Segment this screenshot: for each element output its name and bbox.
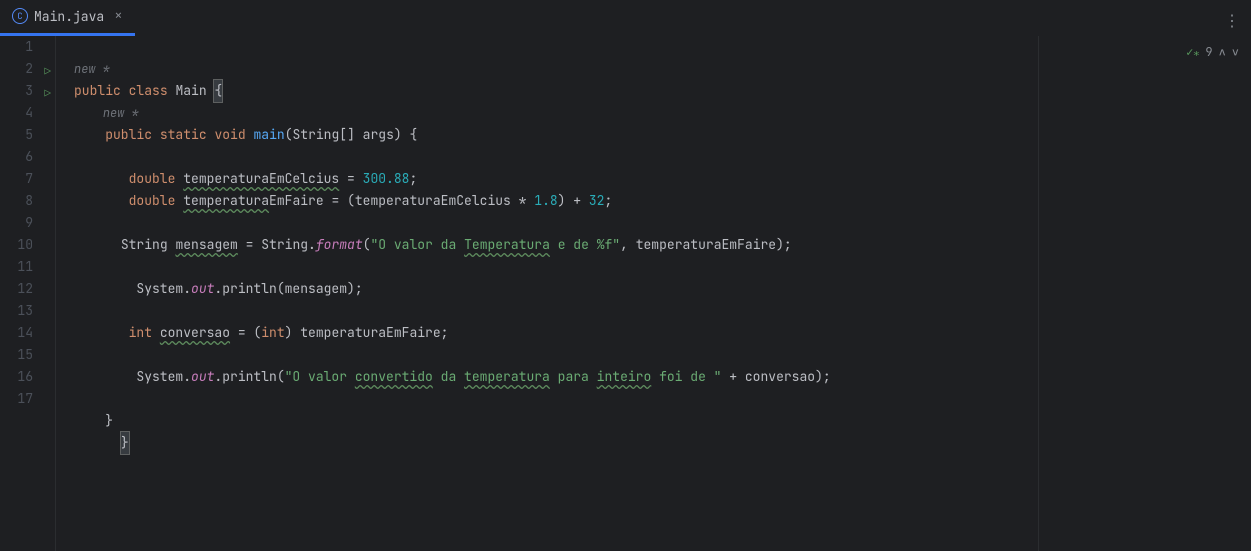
- close-icon[interactable]: ×: [114, 7, 122, 25]
- gutter[interactable]: 1 2▷ 3▷ 4 5 6 7 8 9 10 11 12 13 14 15 16…: [0, 36, 56, 551]
- line-number[interactable]: 17: [0, 388, 55, 410]
- code-line[interactable]: System.out.println("O valor convertido d…: [74, 366, 1251, 388]
- code-line[interactable]: }: [74, 432, 1251, 454]
- class-file-icon: C: [12, 8, 28, 24]
- tab-filename: Main.java: [34, 8, 104, 25]
- code-line[interactable]: [74, 146, 1251, 168]
- code-line[interactable]: public class Main {: [74, 80, 1251, 102]
- file-tab[interactable]: C Main.java ×: [0, 0, 135, 36]
- code-line[interactable]: [74, 300, 1251, 322]
- code-line[interactable]: [74, 344, 1251, 366]
- line-number[interactable]: 3▷: [0, 80, 55, 102]
- line-number[interactable]: 13: [0, 300, 55, 322]
- editor[interactable]: 1 2▷ 3▷ 4 5 6 7 8 9 10 11 12 13 14 15 16…: [0, 36, 1251, 551]
- line-number[interactable]: 5: [0, 124, 55, 146]
- line-number[interactable]: 9: [0, 212, 55, 234]
- line-number[interactable]: 14: [0, 322, 55, 344]
- code-line[interactable]: String mensagem = String.format("O valor…: [74, 234, 1251, 256]
- line-number[interactable]: 10: [0, 234, 55, 256]
- line-number[interactable]: 16: [0, 366, 55, 388]
- inlay-hint: new *: [74, 102, 1251, 124]
- code-line[interactable]: [74, 388, 1251, 410]
- code-line[interactable]: double temperaturaEmCelcius = 300.88;: [74, 168, 1251, 190]
- code-line[interactable]: [74, 212, 1251, 234]
- line-number[interactable]: 8: [0, 190, 55, 212]
- code-line[interactable]: System.out.println(mensagem);: [74, 278, 1251, 300]
- code-line[interactable]: double temperaturaEmFaire = (temperatura…: [74, 190, 1251, 212]
- line-number[interactable]: 4: [0, 102, 55, 124]
- line-number[interactable]: 11: [0, 256, 55, 278]
- tab-bar: C Main.java × ⋮: [0, 0, 1251, 36]
- line-number[interactable]: 6: [0, 146, 55, 168]
- line-number[interactable]: 2▷: [0, 58, 55, 80]
- code-line[interactable]: int conversao = (int) temperaturaEmFaire…: [74, 322, 1251, 344]
- code-line[interactable]: [74, 36, 1251, 58]
- line-number[interactable]: 7: [0, 168, 55, 190]
- code-line[interactable]: [74, 256, 1251, 278]
- line-number[interactable]: 1: [0, 36, 55, 58]
- line-number[interactable]: 12: [0, 278, 55, 300]
- code-line[interactable]: }: [74, 410, 1251, 432]
- code-content[interactable]: new * public class Main { new * public s…: [74, 36, 1251, 551]
- more-menu-icon[interactable]: ⋮: [1224, 10, 1241, 31]
- line-number[interactable]: 15: [0, 344, 55, 366]
- code-line[interactable]: public static void main(String[] args) {: [74, 124, 1251, 146]
- inlay-hint: new *: [74, 58, 1251, 80]
- gutter-margin: [56, 36, 74, 551]
